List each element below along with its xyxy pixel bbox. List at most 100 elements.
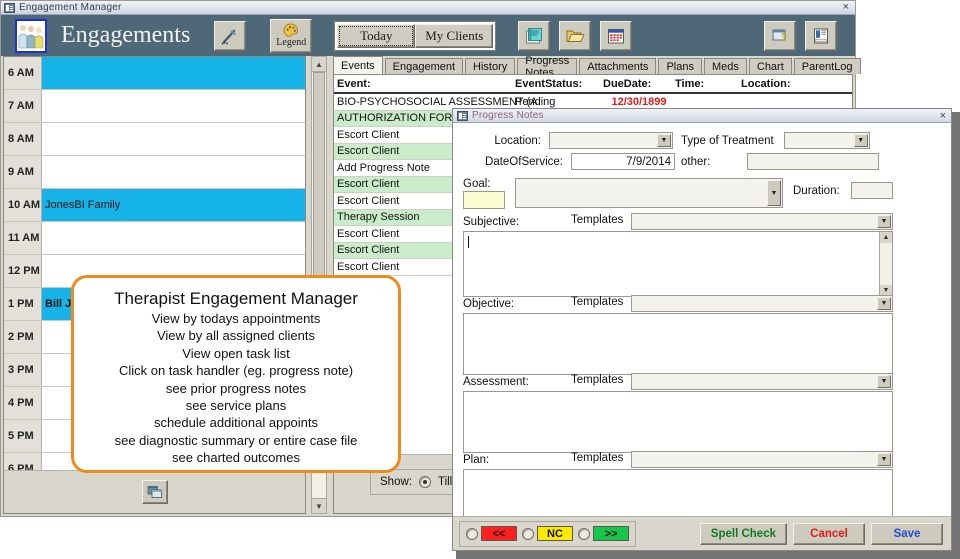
time-slot-label: 4 PM xyxy=(4,387,42,419)
date-of-service-label: DateOfService: xyxy=(485,155,563,168)
callout-line: Click on task handler (eg. progress note… xyxy=(118,363,354,379)
document-card-icon xyxy=(814,28,828,43)
notebook-button[interactable] xyxy=(518,20,551,51)
nav-radio[interactable] xyxy=(466,527,478,540)
soap-textarea[interactable]: ▲ ▼ xyxy=(463,231,893,297)
template-select[interactable]: ▼ xyxy=(631,295,893,312)
location-label: Location: xyxy=(494,134,541,147)
text-caret xyxy=(468,236,469,248)
time-slot-appointment[interactable] xyxy=(42,123,305,155)
cascade-windows-button[interactable] xyxy=(141,480,168,504)
soap-textarea[interactable] xyxy=(463,313,893,375)
time-slot-row[interactable]: 9 AM xyxy=(4,156,305,189)
show-till-radio[interactable] xyxy=(418,476,431,488)
goal-select[interactable]: ▼ xyxy=(515,178,783,208)
duration-label: Duration: xyxy=(793,185,840,197)
today-toggle[interactable]: Today xyxy=(337,23,416,48)
type-of-treatment-select[interactable]: ▼ xyxy=(783,132,870,149)
template-select[interactable]: ▼ xyxy=(631,213,893,230)
magic-wand-icon xyxy=(221,29,237,44)
template-select[interactable]: ▼ xyxy=(631,451,893,468)
location-select[interactable]: ▼ xyxy=(549,132,673,149)
chevron-down-icon[interactable]: ▼ xyxy=(657,134,671,147)
template-select[interactable]: ▼ xyxy=(631,373,893,390)
callout-line: see service plans xyxy=(185,398,287,414)
chevron-down-icon[interactable]: ▼ xyxy=(877,375,891,388)
tab-chart[interactable]: Chart xyxy=(748,58,792,74)
time-slot-appointment[interactable] xyxy=(42,90,305,122)
close-icon[interactable]: × xyxy=(843,2,849,13)
wand-button[interactable] xyxy=(214,20,247,51)
scroll-down-icon[interactable]: ▼ xyxy=(312,498,326,513)
report-button[interactable] xyxy=(805,20,837,51)
nav-radio[interactable] xyxy=(578,527,590,540)
chevron-down-icon[interactable]: ▼ xyxy=(877,297,891,310)
nav-option[interactable]: NC xyxy=(522,526,573,541)
soap-label: Plan: xyxy=(463,454,490,466)
other-field[interactable] xyxy=(747,153,879,170)
time-slot-appointment[interactable] xyxy=(42,222,305,254)
date-of-service-field[interactable]: 7/9/2014 xyxy=(571,153,675,170)
scroll-up-icon[interactable]: ▲ xyxy=(312,57,326,72)
calendar-button[interactable] xyxy=(600,20,633,51)
tab-progress-notes[interactable]: Progress Notes xyxy=(517,55,578,79)
my-clients-toggle[interactable]: My Clients xyxy=(415,23,494,48)
tab-events[interactable]: Events xyxy=(333,56,383,74)
time-slot-appointment[interactable] xyxy=(42,156,305,188)
nav-pill[interactable]: >> xyxy=(593,526,629,541)
show-label: Show: xyxy=(380,476,412,488)
time-slot-row[interactable]: 11 AM xyxy=(4,222,305,255)
window-question-icon xyxy=(772,29,787,40)
tab-engagement[interactable]: Engagement xyxy=(384,58,464,74)
new-window-button[interactable] xyxy=(764,20,796,51)
nav-pill[interactable]: NC xyxy=(537,526,573,541)
chevron-down-icon[interactable]: ▼ xyxy=(767,180,781,206)
show-till-label: Till xyxy=(437,476,453,488)
time-slot-row[interactable]: 6 AM xyxy=(4,57,305,90)
time-slot-row[interactable]: 10 AM JonesBI Family xyxy=(4,189,305,222)
legend-button[interactable]: Legend xyxy=(270,18,313,53)
time-slot-row[interactable]: 7 AM xyxy=(4,90,305,123)
nav-option[interactable]: << xyxy=(466,526,517,541)
dialog-close-icon[interactable]: × xyxy=(940,110,946,122)
goal-label: Goal: xyxy=(463,178,491,190)
open-folder-button[interactable] xyxy=(559,20,592,51)
duration-field[interactable] xyxy=(851,182,893,199)
cancel-button[interactable]: Cancel xyxy=(793,522,865,545)
tab-history[interactable]: History xyxy=(465,58,516,74)
templates-label: Templates xyxy=(571,296,624,308)
notebook-icon xyxy=(526,27,543,43)
folder-icon xyxy=(566,30,585,42)
time-slot-label: 11 AM xyxy=(4,222,42,254)
chevron-down-icon[interactable]: ▼ xyxy=(853,134,868,147)
save-button[interactable]: Save xyxy=(871,522,943,545)
soap-textarea[interactable] xyxy=(463,391,893,453)
tab-attachments[interactable]: Attachments xyxy=(579,58,657,74)
nav-pill[interactable]: << xyxy=(481,526,517,541)
textarea-scrollbar[interactable]: ▲ ▼ xyxy=(879,232,892,296)
callout-line-list: View by todays appointments View by all a… xyxy=(74,310,398,467)
column-location: Location: xyxy=(741,77,791,90)
time-slot-appointment[interactable] xyxy=(42,57,305,89)
window-titlebar: Engagement Manager × xyxy=(1,1,855,15)
time-slot-row[interactable]: 8 AM xyxy=(4,123,305,156)
soap-label: Subjective: xyxy=(463,216,520,228)
callout-title: Therapist Engagement Manager xyxy=(114,289,358,308)
dialog-application-icon xyxy=(457,110,468,121)
nav-radio[interactable] xyxy=(522,527,534,540)
spell-check-button[interactable]: Spell Check xyxy=(699,522,787,545)
scrollbar-track[interactable] xyxy=(880,243,892,285)
chevron-down-icon[interactable]: ▼ xyxy=(877,453,891,466)
nav-option[interactable]: >> xyxy=(578,526,629,541)
page-title: Engagements xyxy=(61,22,191,48)
event-name: BIO-PSYCHOSOCIAL ASSESSMENT (A xyxy=(337,95,538,108)
goal-field[interactable] xyxy=(463,191,505,209)
scroll-up-icon[interactable]: ▲ xyxy=(880,232,892,243)
tab-meds[interactable]: Meds xyxy=(703,58,747,74)
time-slot-appointment[interactable]: JonesBI Family xyxy=(42,189,305,221)
chevron-down-icon[interactable]: ▼ xyxy=(877,215,891,228)
toolbar-icon-group xyxy=(518,20,633,51)
tab-parentlog[interactable]: ParentLog xyxy=(793,58,861,74)
tab-plans[interactable]: Plans xyxy=(658,58,702,74)
toolbar-right-group xyxy=(764,20,837,51)
